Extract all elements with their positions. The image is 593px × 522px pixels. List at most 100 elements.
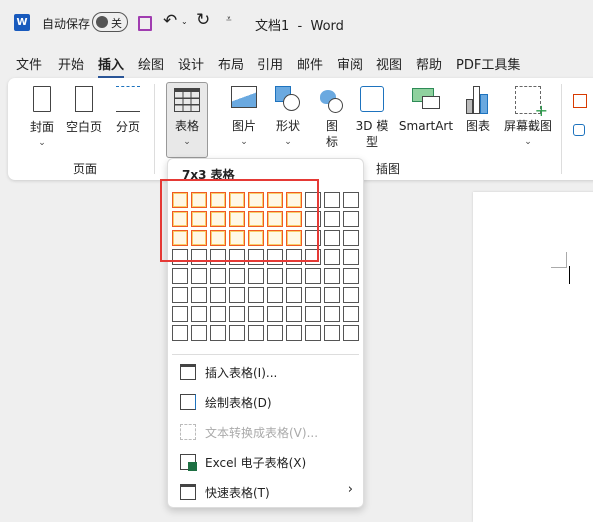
ribbon-tabs: 文件 开始 插入 绘图 设计 布局 引用 邮件 审阅 视图 帮助 PDF工具集	[0, 45, 593, 78]
chart-button[interactable]: 图表	[460, 86, 496, 134]
icons-button[interactable]: 图 标	[316, 86, 348, 150]
annotation-highlight-box	[160, 179, 319, 262]
grid-cell[interactable]	[343, 268, 359, 284]
table-button[interactable]: 表格 ⌄	[166, 82, 208, 158]
grid-cell[interactable]	[191, 325, 207, 341]
grid-cell[interactable]	[324, 268, 340, 284]
tab-home[interactable]: 开始	[58, 54, 84, 73]
table-icon	[180, 364, 196, 380]
grid-cell[interactable]	[286, 268, 302, 284]
menu-excel-spreadsheet[interactable]: Excel 电子表格(X)	[168, 449, 363, 475]
grid-cell[interactable]	[324, 325, 340, 341]
shapes-button[interactable]: 形状 ⌄	[270, 86, 306, 150]
grid-cell[interactable]	[172, 287, 188, 303]
document-title: 文档1 - Word	[255, 19, 344, 34]
grid-cell[interactable]	[343, 211, 359, 227]
grid-cell[interactable]	[343, 249, 359, 265]
tab-mailings[interactable]: 邮件	[297, 54, 323, 73]
grid-cell[interactable]	[191, 268, 207, 284]
table-icon	[174, 88, 200, 112]
chart-icon	[466, 86, 490, 114]
grid-cell[interactable]	[191, 287, 207, 303]
illustrations-group-label: 插图	[376, 162, 401, 176]
grid-cell[interactable]	[305, 268, 321, 284]
autosave-toggle[interactable]: 关	[92, 12, 128, 32]
undo-icon[interactable]: ↶	[163, 11, 177, 31]
smartart-button[interactable]: SmartArt	[398, 86, 454, 134]
grid-cell[interactable]	[324, 230, 340, 246]
cover-page-icon	[33, 86, 51, 112]
grid-cell[interactable]	[229, 268, 245, 284]
addins-icon[interactable]	[573, 94, 587, 108]
grid-cell[interactable]	[324, 211, 340, 227]
word-logo-icon: W	[14, 14, 30, 31]
tab-references[interactable]: 引用	[257, 54, 283, 73]
grid-cell[interactable]	[210, 306, 226, 322]
pictures-button[interactable]: 图片 ⌄	[226, 86, 262, 150]
grid-cell[interactable]	[324, 306, 340, 322]
3d-models-button[interactable]: 3D 模 型	[352, 86, 392, 150]
tab-pdf-tools[interactable]: PDF工具集	[456, 54, 520, 73]
grid-cell[interactable]	[172, 306, 188, 322]
grid-cell[interactable]	[210, 268, 226, 284]
shapes-icon	[275, 86, 301, 112]
grid-cell[interactable]	[343, 230, 359, 246]
menu-quick-tables[interactable]: 快速表格(T) ›	[168, 479, 363, 505]
tab-help[interactable]: 帮助	[416, 54, 442, 73]
grid-cell[interactable]	[267, 306, 283, 322]
grid-cell[interactable]	[229, 325, 245, 341]
tab-file[interactable]: 文件	[16, 54, 42, 73]
grid-cell[interactable]	[305, 306, 321, 322]
tab-draw[interactable]: 绘图	[138, 54, 164, 73]
page-break-button[interactable]: 分页	[108, 86, 148, 135]
grid-cell[interactable]	[343, 306, 359, 322]
grid-cell[interactable]	[191, 306, 207, 322]
blank-page-button[interactable]: 空白页	[64, 86, 104, 135]
undo-dropdown-icon[interactable]: ⌄	[181, 17, 188, 26]
tab-view[interactable]: 视图	[376, 54, 402, 73]
grid-cell[interactable]	[324, 192, 340, 208]
grid-cell[interactable]	[324, 249, 340, 265]
grid-cell[interactable]	[172, 268, 188, 284]
grid-cell[interactable]	[305, 325, 321, 341]
grid-cell[interactable]	[210, 287, 226, 303]
submenu-arrow-icon: ›	[347, 482, 353, 497]
tab-layout[interactable]: 布局	[218, 54, 244, 73]
grid-cell[interactable]	[248, 287, 264, 303]
pages-group-label: 页面	[73, 162, 98, 176]
blank-page-icon	[75, 86, 93, 112]
menu-insert-table[interactable]: 插入表格(I)...	[168, 359, 363, 385]
grid-cell[interactable]	[248, 306, 264, 322]
grid-cell[interactable]	[210, 325, 226, 341]
grid-cell[interactable]	[343, 287, 359, 303]
grid-cell[interactable]	[324, 287, 340, 303]
document-page[interactable]	[473, 192, 593, 522]
tab-design[interactable]: 设计	[178, 54, 204, 73]
screenshot-icon: +	[515, 86, 548, 119]
grid-cell[interactable]	[229, 306, 245, 322]
grid-cell[interactable]	[229, 287, 245, 303]
customize-qat-icon[interactable]: ⩡	[226, 14, 232, 25]
grid-cell[interactable]	[267, 268, 283, 284]
grid-cell[interactable]	[286, 306, 302, 322]
grid-cell[interactable]	[248, 268, 264, 284]
grid-cell[interactable]	[286, 287, 302, 303]
grid-cell[interactable]	[248, 325, 264, 341]
grid-cell[interactable]	[267, 287, 283, 303]
tab-review[interactable]: 审阅	[337, 54, 363, 73]
tab-insert[interactable]: 插入	[98, 54, 125, 78]
cover-page-button[interactable]: 封面 ⌄	[22, 86, 62, 151]
screenshot-button[interactable]: + 屏幕截图 ⌄	[500, 86, 556, 150]
smartart-icon	[412, 86, 440, 110]
grid-cell[interactable]	[286, 325, 302, 341]
grid-cell[interactable]	[343, 192, 359, 208]
hexagon-icon[interactable]	[573, 124, 585, 136]
grid-cell[interactable]	[343, 325, 359, 341]
menu-draw-table[interactable]: 绘制表格(D)	[168, 389, 363, 415]
grid-cell[interactable]	[305, 287, 321, 303]
save-icon[interactable]	[138, 16, 152, 31]
redo-icon[interactable]: ↻	[196, 10, 210, 30]
grid-cell[interactable]	[172, 325, 188, 341]
draw-table-icon	[180, 394, 196, 410]
grid-cell[interactable]	[267, 325, 283, 341]
